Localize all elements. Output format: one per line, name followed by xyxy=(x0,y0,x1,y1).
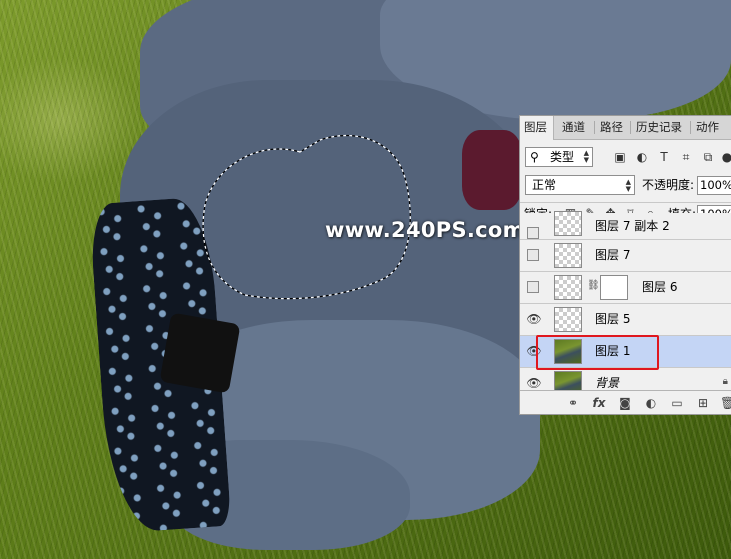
adjustment-filter-icon[interactable]: ◐ xyxy=(635,150,649,164)
type-filter-icon[interactable]: T xyxy=(657,150,671,164)
layer-row[interactable]: 图层 7 xyxy=(520,240,731,272)
chain-link-icon[interactable]: ⛓ xyxy=(587,280,600,291)
tab-history[interactable]: 历史记录 xyxy=(632,116,686,139)
eye-icon[interactable]: 👁︎ xyxy=(526,376,542,390)
opacity-field[interactable]: 100% xyxy=(697,176,731,195)
trash-icon[interactable]: 🗑︎ xyxy=(720,396,731,410)
layer-mask-thumbnail[interactable] xyxy=(600,275,628,300)
panel-footer: ⚭ fx ◙ ◐ ▭ ⊞ 🗑︎ xyxy=(520,390,731,414)
layer-name[interactable]: 图层 7 xyxy=(595,240,630,271)
layer-name[interactable]: 图层 6 xyxy=(642,272,677,303)
adjustment-icon[interactable]: ◐ xyxy=(644,396,658,410)
eye-icon[interactable]: 👁︎ xyxy=(526,312,542,326)
layer-row[interactable]: 图层 7 副本 2 xyxy=(520,211,731,240)
lock-icon: 🔒︎ xyxy=(722,376,728,387)
tab-actions[interactable]: 动作 xyxy=(692,116,723,139)
shape-filter-icon[interactable]: ⌗ xyxy=(679,150,693,164)
tab-channels[interactable]: 通道 xyxy=(558,116,589,139)
panel-tabs: 图层 通道 路径 历史记录 动作 xyxy=(520,116,731,140)
mask-icon[interactable]: ◙ xyxy=(618,396,632,410)
search-icon: ⚲ xyxy=(530,150,539,164)
select-arrows-icon: ▲ ▼ xyxy=(625,178,631,193)
new-layer-icon[interactable]: ⊞ xyxy=(696,396,710,410)
fx-icon[interactable]: fx xyxy=(592,396,606,410)
watermark-text: www.240PS.com xyxy=(325,218,525,242)
visibility-toggle[interactable] xyxy=(527,281,539,293)
blend-mode-select[interactable]: 正常 ▲ ▼ xyxy=(525,175,635,195)
layers-panel: 图层 通道 路径 历史记录 动作 ⚲ 类型 ▲▼ ▣ ◐ T ⌗ ⧉ ● 正常 … xyxy=(519,115,731,415)
tab-layers[interactable]: 图层 xyxy=(520,116,554,140)
layer-thumbnail xyxy=(554,211,582,236)
tab-paths[interactable]: 路径 xyxy=(596,116,627,139)
filter-toggle-icon[interactable]: ● xyxy=(720,150,731,164)
image-filter-icon[interactable]: ▣ xyxy=(613,150,627,164)
layer-thumbnail xyxy=(554,307,582,332)
layer-name[interactable]: 图层 5 xyxy=(595,304,630,335)
smart-object-filter-icon[interactable]: ⧉ xyxy=(701,150,715,164)
group-icon[interactable]: ▭ xyxy=(670,396,684,410)
visibility-toggle[interactable] xyxy=(527,249,539,261)
blend-mode-value: 正常 xyxy=(532,178,557,192)
filter-kind-label: 类型 xyxy=(550,150,575,164)
highlight-box xyxy=(536,335,659,370)
link-icon[interactable]: ⚭ xyxy=(566,396,580,410)
layer-thumbnail xyxy=(554,275,582,300)
filter-kind-select[interactable]: ⚲ 类型 ▲ ▼ xyxy=(525,147,593,167)
opacity-label: 不透明度: xyxy=(642,178,695,192)
select-arrows-icon: ▲ ▼ xyxy=(583,149,589,164)
layer-name[interactable]: 图层 7 副本 2 xyxy=(595,213,670,240)
visibility-toggle[interactable] xyxy=(527,227,539,239)
layer-thumbnail xyxy=(554,243,582,268)
layer-row[interactable]: ⛓ 图层 6 xyxy=(520,272,731,304)
layer-row[interactable]: 👁︎ 图层 5 xyxy=(520,304,731,336)
